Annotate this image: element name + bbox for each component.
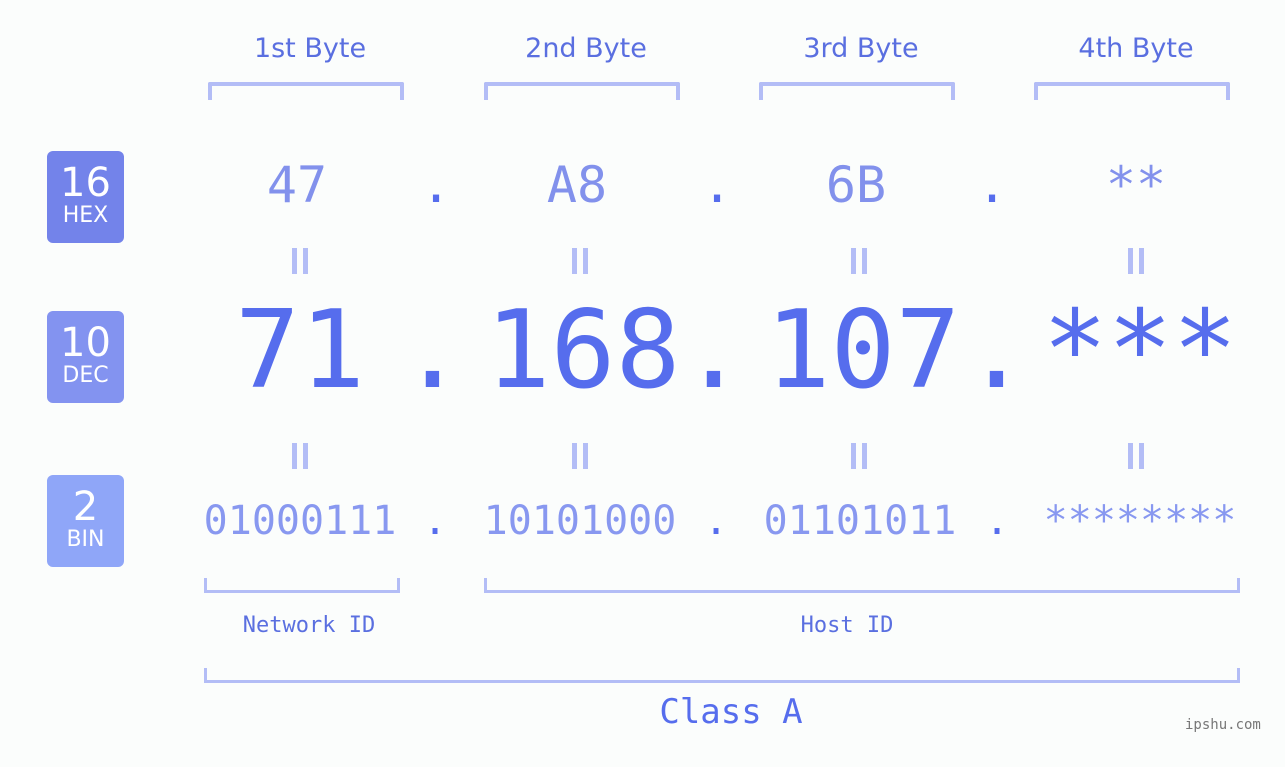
bin-badge: 2 BIN bbox=[47, 475, 124, 567]
network-id-label: Network ID bbox=[242, 613, 376, 638]
equals-bar bbox=[292, 443, 297, 469]
bin-byte-2: 10101000 bbox=[483, 498, 677, 544]
hex-badge-label: HEX bbox=[62, 203, 109, 228]
equals-bar bbox=[1139, 248, 1144, 274]
hex-byte-1: 47 bbox=[266, 156, 328, 214]
byte-bracket-1 bbox=[208, 82, 404, 100]
dec-dot-2: . bbox=[681, 288, 747, 413]
class-label: Class A bbox=[659, 692, 803, 732]
dec-byte-1: 71 bbox=[234, 288, 366, 413]
byte-label-2: 2nd Byte bbox=[525, 33, 647, 64]
bin-dot-1: . bbox=[423, 498, 448, 544]
hex-byte-2: A8 bbox=[546, 156, 608, 214]
host-id-label: Host ID bbox=[800, 613, 894, 638]
class-bracket bbox=[204, 668, 1240, 683]
hex-dot-1: . bbox=[421, 156, 452, 214]
byte-label-3: 3rd Byte bbox=[803, 33, 919, 64]
bin-badge-label: BIN bbox=[66, 527, 105, 552]
dec-badge: 10 DEC bbox=[47, 311, 124, 403]
bin-byte-4: ******** bbox=[1043, 498, 1237, 544]
hex-byte-4: ** bbox=[1105, 156, 1167, 214]
hex-badge: 16 HEX bbox=[47, 151, 124, 243]
equals-bar bbox=[862, 443, 867, 469]
hex-dot-2: . bbox=[702, 156, 733, 214]
dec-byte-4: *** bbox=[1042, 288, 1238, 413]
bin-badge-number: 2 bbox=[72, 484, 99, 530]
equals-bar bbox=[1128, 248, 1133, 274]
byte-bracket-2 bbox=[484, 82, 680, 100]
equals-bar bbox=[572, 443, 577, 469]
dec-badge-label: DEC bbox=[62, 363, 109, 388]
network-id-bracket bbox=[204, 578, 400, 593]
watermark: ipshu.com bbox=[1185, 717, 1261, 733]
equals-bar bbox=[851, 248, 856, 274]
dec-badge-number: 10 bbox=[60, 320, 111, 366]
equals-bar bbox=[862, 248, 867, 274]
equals-bar bbox=[1128, 443, 1133, 469]
host-id-bracket bbox=[484, 578, 1240, 593]
bin-byte-3: 01101011 bbox=[763, 498, 957, 544]
byte-label-4: 4th Byte bbox=[1078, 33, 1194, 64]
equals-bar bbox=[851, 443, 856, 469]
equals-bar bbox=[583, 248, 588, 274]
equals-bar bbox=[1139, 443, 1144, 469]
dec-byte-2: 168 bbox=[485, 288, 681, 413]
byte-bracket-3 bbox=[759, 82, 955, 100]
bin-dot-2: . bbox=[704, 498, 729, 544]
hex-badge-number: 16 bbox=[60, 160, 111, 206]
equals-bar bbox=[303, 443, 308, 469]
bin-byte-1: 01000111 bbox=[203, 498, 397, 544]
dec-byte-3: 107 bbox=[765, 288, 961, 413]
dec-dot-3: . bbox=[964, 288, 1030, 413]
dec-dot-1: . bbox=[400, 288, 466, 413]
bin-dot-3: . bbox=[985, 498, 1010, 544]
equals-bar bbox=[292, 248, 297, 274]
equals-bar bbox=[583, 443, 588, 469]
equals-bar bbox=[303, 248, 308, 274]
hex-dot-3: . bbox=[977, 156, 1008, 214]
byte-bracket-4 bbox=[1034, 82, 1230, 100]
hex-byte-3: 6B bbox=[825, 156, 887, 214]
equals-bar bbox=[572, 248, 577, 274]
byte-label-1: 1st Byte bbox=[253, 33, 367, 64]
